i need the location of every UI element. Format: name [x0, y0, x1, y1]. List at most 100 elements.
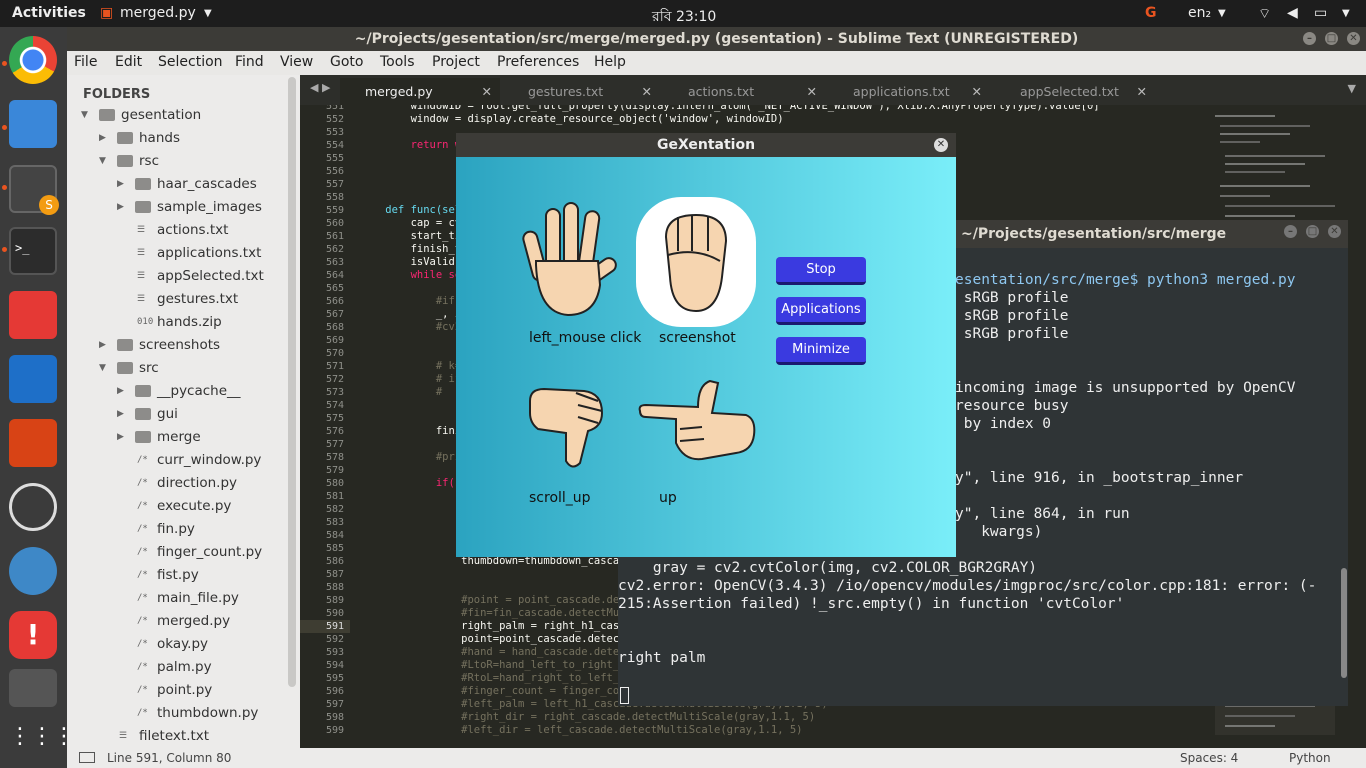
sidebar-item-curr-window-py[interactable]: /* curr_window.py [67, 449, 287, 471]
sidebar-item-merged-py[interactable]: /* merged.py [67, 610, 287, 632]
menu-edit[interactable]: Edit [115, 54, 142, 70]
indentation-setting[interactable]: Spaces: 4 [1180, 751, 1238, 765]
expanded-caret-icon[interactable]: ▼ [99, 357, 106, 379]
sidebar-item-screenshots[interactable]: ▶ screenshots [67, 334, 287, 356]
sidebar-item-execute-py[interactable]: /* execute.py [67, 495, 287, 517]
tab-overflow-icon[interactable]: ▼ [1348, 82, 1356, 95]
sidebar-item-hands-zip[interactable]: 010 hands.zip [67, 311, 287, 333]
collapsed-caret-icon[interactable]: ▶ [117, 173, 124, 195]
sidebar-item-fist-py[interactable]: /* fist.py [67, 564, 287, 586]
terminal-minimize-icon[interactable]: – [1284, 225, 1297, 238]
open-hand-gesture-icon[interactable] [522, 201, 618, 319]
terminal-icon[interactable]: >_ [9, 227, 57, 275]
sidebar-item-actions-txt[interactable]: ☰ actions.txt [67, 219, 287, 241]
finder-icon[interactable] [9, 100, 57, 148]
pdf-reader-icon[interactable] [9, 291, 57, 339]
sidebar-item-rsc[interactable]: ▼ rsc [67, 150, 287, 172]
minimize-button[interactable]: Minimize [776, 337, 866, 365]
collapsed-caret-icon[interactable]: ▶ [117, 426, 124, 448]
clock[interactable]: রবি 23:10 [652, 5, 716, 29]
collapsed-caret-icon[interactable]: ▶ [99, 127, 106, 149]
gexentation-close-icon[interactable]: ✕ [934, 138, 948, 152]
sidebar-item-gui[interactable]: ▶ gui [67, 403, 287, 425]
collapsed-caret-icon[interactable]: ▶ [117, 380, 124, 402]
sidebar-item-sample-images[interactable]: ▶ sample_images [67, 196, 287, 218]
menu-tools[interactable]: Tools [380, 54, 415, 70]
tab-scroll-left-icon[interactable]: ◀ ▶ [310, 81, 330, 94]
collapsed-caret-icon[interactable]: ▶ [99, 334, 106, 356]
maximize-window-icon[interactable]: □ [1325, 32, 1338, 45]
presentation-icon[interactable] [9, 419, 57, 467]
tab-merged-py[interactable]: merged.py ✕ [340, 78, 500, 105]
close-window-icon[interactable]: ✕ [1347, 32, 1360, 45]
sidebar-item-point-py[interactable]: /* point.py [67, 679, 287, 701]
menu-selection[interactable]: Selection [158, 54, 223, 70]
network-app-icon[interactable] [9, 483, 57, 531]
sidebar-item-palm-py[interactable]: /* palm.py [67, 656, 287, 678]
sidebar-item-fin-py[interactable]: /* fin.py [67, 518, 287, 540]
collapsed-caret-icon[interactable]: ▶ [117, 196, 124, 218]
tab-gestures-txt[interactable]: gestures.txt ✕ [500, 78, 660, 105]
wifi-icon[interactable]: ⌔ [1258, 5, 1271, 23]
terminal-scroll-thumb[interactable] [1341, 568, 1347, 678]
sidebar-item-merge[interactable]: ▶ merge [67, 426, 287, 448]
tab-actions-txt[interactable]: actions.txt ✕ [660, 78, 825, 105]
tray-app-icon[interactable]: G [1145, 5, 1157, 21]
sidebar-item-filetext-txt[interactable]: ☰ filetext.txt [67, 725, 287, 747]
close-tab-icon[interactable]: ✕ [807, 78, 817, 105]
menu-preferences[interactable]: Preferences [497, 54, 579, 70]
menu-goto[interactable]: Goto [330, 54, 363, 70]
expanded-caret-icon[interactable]: ▼ [81, 104, 88, 126]
close-tab-icon[interactable]: ✕ [642, 78, 652, 105]
syntax-setting[interactable]: Python [1289, 751, 1331, 765]
app-menu-caret-icon[interactable]: ▼ [204, 8, 212, 19]
keyboard-layout[interactable]: en₂ [1188, 5, 1211, 21]
sidebar-item-finger-count-py[interactable]: /* finger_count.py [67, 541, 287, 563]
menu-find[interactable]: Find [235, 54, 264, 70]
gexentation-app-icon[interactable] [9, 669, 57, 707]
expanded-caret-icon[interactable]: ▼ [99, 150, 106, 172]
applications-button[interactable]: Applications [776, 297, 866, 325]
fist-gesture-tile[interactable] [636, 197, 756, 327]
tab-applications-txt[interactable]: applications.txt ✕ [825, 78, 990, 105]
terminal-scrollbar[interactable] [1340, 248, 1348, 706]
system-menu-caret-icon[interactable]: ▼ [1342, 8, 1350, 19]
sublime-text-icon[interactable]: S [9, 165, 59, 215]
document-writer-icon[interactable] [9, 355, 57, 403]
sidebar-item-haar-cascades[interactable]: ▶ haar_cascades [67, 173, 287, 195]
panel-toggle-icon[interactable] [79, 752, 95, 763]
volume-icon[interactable]: ◀ [1287, 5, 1298, 21]
sidebar-item-src[interactable]: ▼ src [67, 357, 287, 379]
activities-button[interactable]: Activities [12, 5, 86, 21]
wireshark-icon[interactable] [9, 547, 57, 595]
sidebar-item-hands[interactable]: ▶ hands [67, 127, 287, 149]
sidebar-item-gesentation[interactable]: ▼ gesentation [67, 104, 287, 126]
menu-view[interactable]: View [280, 54, 313, 70]
sidebar-item-gestures-txt[interactable]: ☰ gestures.txt [67, 288, 287, 310]
tab-appselected-txt[interactable]: appSelected.txt ✕ [990, 78, 1155, 105]
minimize-window-icon[interactable]: – [1303, 32, 1316, 45]
lang-caret-icon[interactable]: ▼ [1218, 8, 1226, 19]
sidebar-item-thumbdown-py[interactable]: /* thumbdown.py [67, 702, 287, 724]
close-tab-icon[interactable]: ✕ [1137, 78, 1147, 105]
sidebar-item-main-file-py[interactable]: /* main_file.py [67, 587, 287, 609]
menu-file[interactable]: File [74, 54, 97, 70]
menu-project[interactable]: Project [432, 54, 480, 70]
chrome-icon[interactable] [9, 36, 57, 84]
sidebar-item-direction-py[interactable]: /* direction.py [67, 472, 287, 494]
stop-button[interactable]: Stop [776, 257, 866, 285]
error-report-icon[interactable]: ! [9, 611, 57, 659]
sidebar-item-appselected-txt[interactable]: ☰ appSelected.txt [67, 265, 287, 287]
terminal-maximize-icon[interactable]: □ [1306, 225, 1319, 238]
thumbs-down-gesture-icon[interactable] [526, 383, 606, 469]
close-tab-icon[interactable]: ✕ [482, 78, 492, 105]
battery-icon[interactable]: ▭ [1314, 5, 1327, 21]
menu-help[interactable]: Help [594, 54, 626, 70]
sidebar-item--pycache-[interactable]: ▶ __pycache__ [67, 380, 287, 402]
collapsed-caret-icon[interactable]: ▶ [117, 403, 124, 425]
sidebar-scrollbar[interactable] [288, 77, 296, 687]
close-tab-icon[interactable]: ✕ [972, 78, 982, 105]
terminal-close-icon[interactable]: ✕ [1328, 225, 1341, 238]
app-grid-icon[interactable]: ⋮⋮⋮ [9, 715, 75, 763]
app-menu-label[interactable]: merged.py [120, 5, 196, 21]
